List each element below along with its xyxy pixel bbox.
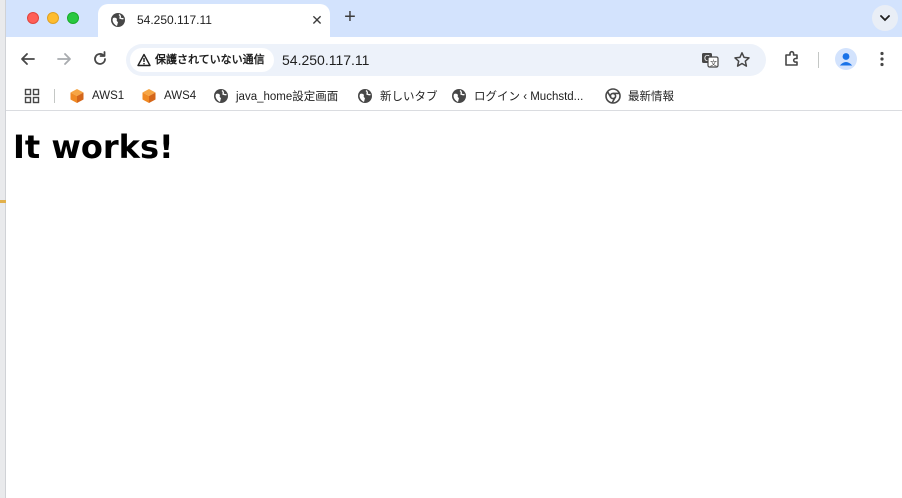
back-icon[interactable] <box>18 49 38 69</box>
security-label: 保護されていない通信 <box>155 54 265 66</box>
globe-icon <box>358 89 372 103</box>
bookmark-aws1[interactable]: AWS1 <box>69 86 124 106</box>
translate-icon[interactable]: G 文 <box>701 51 719 69</box>
bookmark-label: 新しいタブ <box>380 91 438 103</box>
page-content: It works! <box>6 112 902 498</box>
bookmark-label: AWS1 <box>92 90 125 102</box>
close-window-button[interactable] <box>27 12 39 24</box>
security-chip[interactable]: 保護されていない通信 <box>130 48 274 72</box>
bookmark-java-home[interactable]: java_home設定画面 <box>213 86 338 106</box>
zoom-window-button[interactable] <box>67 12 79 24</box>
globe-icon <box>452 89 466 103</box>
new-tab-button[interactable]: + <box>340 7 360 27</box>
url-text[interactable]: 54.250.117.11 <box>282 51 369 69</box>
toolbar-divider <box>818 52 819 68</box>
apps-grid-icon[interactable] <box>24 88 40 104</box>
globe-icon <box>111 13 125 27</box>
tab-active[interactable]: 54.250.117.11 ✕ <box>98 4 330 37</box>
aws-cube-icon <box>70 89 84 103</box>
bookmarks-separator <box>54 89 55 103</box>
bookmark-aws4[interactable]: AWS4 <box>141 86 196 106</box>
chevron-down-icon <box>880 15 890 22</box>
bookmark-label: AWS4 <box>164 90 197 102</box>
address-bar[interactable]: 保護されていない通信 54.250.117.11 G 文 <box>126 44 766 76</box>
menu-icon[interactable] <box>872 49 892 69</box>
profile-button[interactable] <box>835 48 857 70</box>
bookmark-login[interactable]: ログイン ‹ Muchstd... <box>451 86 583 106</box>
bookmark-whats-new[interactable]: 最新情報 <box>605 86 674 106</box>
warning-icon <box>137 53 151 67</box>
tab-close-icon[interactable]: ✕ <box>308 11 326 29</box>
forward-icon[interactable] <box>54 49 74 69</box>
bookmark-new-tab[interactable]: 新しいタブ <box>357 86 438 106</box>
bookmark-label: ログイン ‹ Muchstd... <box>474 91 584 103</box>
chrome-icon <box>605 88 621 104</box>
svg-text:文: 文 <box>710 59 717 68</box>
tab-search-button[interactable] <box>872 5 898 31</box>
aws-cube-icon <box>142 89 156 103</box>
toolbar: 保護されていない通信 54.250.117.11 G 文 <box>6 37 902 81</box>
globe-icon <box>214 89 228 103</box>
star-icon[interactable] <box>733 51 751 69</box>
tab-strip: 54.250.117.11 ✕ + <box>6 0 902 37</box>
profile-icon <box>839 53 853 66</box>
bookmark-label: java_home設定画面 <box>236 91 339 103</box>
browser-window: 54.250.117.11 ✕ + 保護されていない通信 54.250.117.… <box>6 0 902 498</box>
bookmarks-bar: AWS1 AWS4 java_home設定画面 新しいタブ ログイン ‹ Muc… <box>6 81 902 111</box>
bookmark-label: 最新情報 <box>628 91 674 103</box>
tab-title: 54.250.117.11 <box>137 13 212 27</box>
page-heading: It works! <box>13 128 174 166</box>
minimize-window-button[interactable] <box>47 12 59 24</box>
extensions-icon[interactable] <box>782 49 802 69</box>
reload-icon[interactable] <box>90 49 110 69</box>
